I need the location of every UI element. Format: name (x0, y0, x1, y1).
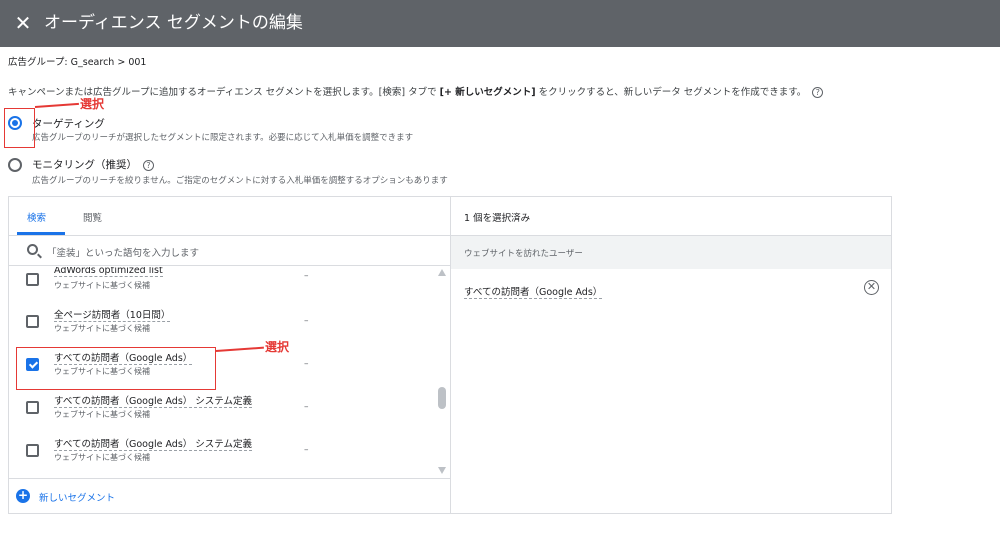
checkbox[interactable] (26, 401, 39, 414)
breadcrumb: 広告グループ: G_search > 001 (8, 57, 147, 68)
annotation-box (16, 347, 216, 390)
checkbox[interactable] (26, 315, 39, 328)
add-circle-icon: + (16, 488, 30, 503)
list-scrollbar[interactable] (437, 267, 447, 477)
segment-type: ウェブサイトに基づく候補 (54, 324, 150, 333)
segment-type: ウェブサイトに基づく候補 (54, 410, 150, 419)
segment-name[interactable]: AdWords optimized list (54, 267, 163, 277)
checkbox[interactable] (26, 444, 39, 457)
tab-bar: 検索 閲覧 (9, 197, 451, 235)
list-item[interactable]: すべての訪問者（Google Ads） システム定義 ウェブサイトに基づく候補 … (9, 431, 439, 474)
selected-count: 1 個を選択済み (464, 213, 531, 224)
option-monitoring-label: モニタリング（推奨）? (32, 157, 154, 172)
search-icon (27, 244, 38, 255)
annotation-box (4, 108, 35, 148)
description-bold: [+ 新しいセグメント] (439, 87, 536, 98)
option-monitoring-desc: 広告グループのリーチを絞りません。ご指定のセグメントに対する入札単価を調整するオ… (32, 176, 448, 186)
selected-segment: すべての訪問者（Google Ads） (464, 284, 603, 299)
new-segment-button[interactable]: + 新しいセグメント (9, 478, 451, 513)
option-monitoring-text: モニタリング（推奨） (32, 159, 137, 171)
list-item[interactable]: 全ページ訪問者（10日間） ウェブサイトに基づく候補 – (9, 302, 439, 345)
search-row[interactable]: 「塗装」といった語句を入力します (9, 235, 451, 266)
scroll-thumb[interactable] (438, 387, 446, 409)
description-text: キャンペーンまたは広告グループに追加するオーディエンス セグメントを選択します。… (8, 87, 440, 98)
segment-size: – (304, 271, 309, 281)
segment-name[interactable]: すべての訪問者（Google Ads） システム定義 (54, 436, 253, 451)
option-targeting-desc: 広告グループのリーチが選択したセグメントに限定されます。必要に応じて入札単価を調… (32, 133, 414, 143)
segment-size: – (304, 359, 309, 369)
close-icon[interactable]: ✕ (12, 10, 34, 36)
list-item[interactable]: すべての訪問者（Google Ads） システム定義 ウェブサイトに基づく候補 … (9, 388, 439, 431)
segment-name[interactable]: すべての訪問者（Google Ads） システム定義 (54, 393, 253, 408)
segment-size: – (304, 316, 309, 326)
search-input[interactable]: 「塗装」といった語句を入力します (47, 245, 199, 259)
dialog-header: ✕ オーディエンス セグメントの編集 (0, 0, 1000, 47)
segment-type: ウェブサイトに基づく候補 (54, 281, 150, 290)
tab-browse[interactable]: 閲覧 (83, 210, 102, 224)
checkbox[interactable] (26, 273, 39, 286)
scroll-up-arrow-icon[interactable] (438, 269, 446, 276)
selected-group-label: ウェブサイトを訪れたユーザー (464, 249, 583, 259)
selected-panel: 1 個を選択済み ウェブサイトを訪れたユーザー すべての訪問者（Google A… (451, 197, 891, 513)
description: キャンペーンまたは広告グループに追加するオーディエンス セグメントを選択します。… (8, 84, 998, 98)
selected-group-header: ウェブサイトを訪れたユーザー (451, 235, 891, 269)
segment-name[interactable]: 全ページ訪問者（10日間） (54, 307, 171, 322)
description-text-2: をクリックすると、新しいデータ セグメントを作成できます。 (535, 87, 807, 98)
remove-circle-icon[interactable]: ✕ (864, 280, 879, 295)
list-item[interactable]: AdWords optimized list ウェブサイトに基づく候補 – (9, 267, 439, 302)
scroll-down-arrow-icon[interactable] (438, 467, 446, 474)
tab-search[interactable]: 検索 (27, 210, 46, 224)
dialog-title: オーディエンス セグメントの編集 (44, 13, 303, 33)
segment-size: – (304, 402, 309, 412)
help-icon[interactable]: ? (812, 87, 824, 98)
radio-monitoring[interactable] (8, 158, 22, 172)
new-segment-label[interactable]: 新しいセグメント (39, 490, 115, 504)
segment-type: ウェブサイトに基づく候補 (54, 453, 150, 462)
segment-size: – (304, 445, 309, 455)
annotation-label: 選択 (265, 340, 290, 354)
help-icon[interactable]: ? (143, 159, 154, 171)
option-targeting-label: ターゲティング (32, 118, 105, 130)
annotation-arrow (34, 102, 79, 108)
annotation-label: 選択 (80, 97, 105, 111)
